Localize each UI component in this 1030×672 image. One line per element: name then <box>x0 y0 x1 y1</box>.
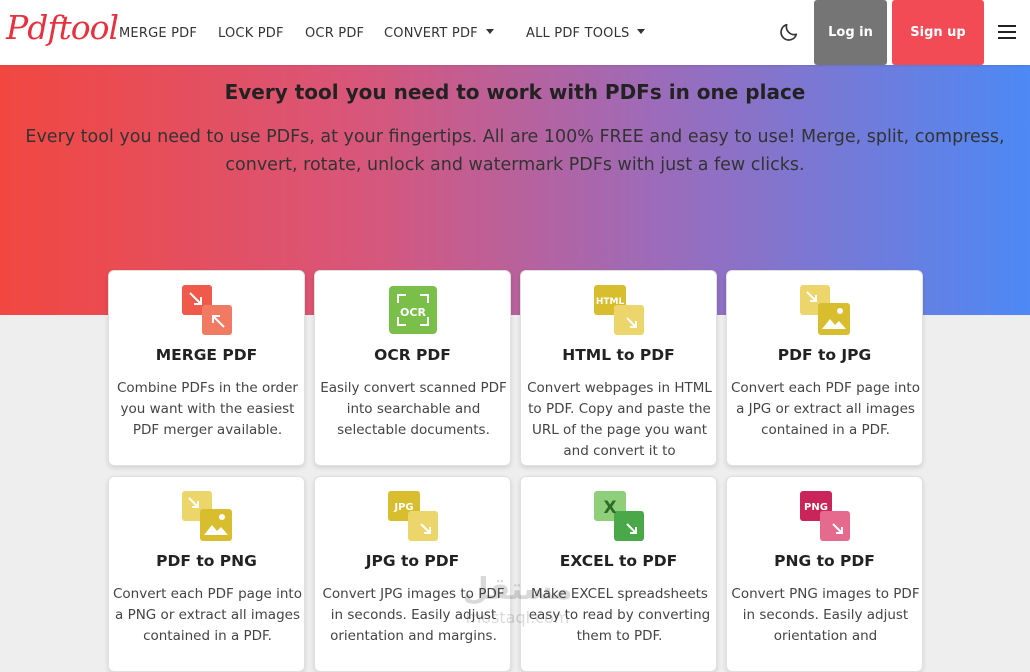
card-title: PNG to PDF <box>774 552 875 570</box>
card-title: HTML to PDF <box>562 346 675 364</box>
svg-text:PNG: PNG <box>804 502 828 513</box>
jpg-icon: JPG <box>388 491 438 541</box>
nav-lock-pdf[interactable]: LOCK PDF <box>218 26 284 41</box>
svg-text:X: X <box>603 498 616 518</box>
card-title: OCR PDF <box>374 346 451 364</box>
watermark-arabic: مستقل <box>462 572 573 607</box>
png-icon: PNG <box>800 491 850 541</box>
card-title: PDF to PNG <box>156 552 257 570</box>
tool-card-html-to-pdf[interactable]: HTML HTML to PDF Convert webpages in HTM… <box>520 270 717 466</box>
image-icon <box>800 285 850 335</box>
tool-card-pdf-to-png[interactable]: PDF to PNG Convert each PDF page into a … <box>108 476 305 672</box>
svg-text:HTML: HTML <box>596 297 625 307</box>
hero-title: Every tool you need to work with PDFs in… <box>224 80 806 104</box>
card-title: PDF to JPG <box>777 346 872 364</box>
card-description: Convert PNG images to PDF in seconds. Ea… <box>731 586 920 644</box>
tool-card-pdf-to-jpg[interactable]: PDF to JPG Convert each PDF page into a … <box>726 270 923 466</box>
nav-all-tools-label: ALL PDF TOOLS <box>526 26 630 41</box>
excel-icon: X <box>594 491 644 541</box>
card-title: JPG to PDF <box>365 552 460 570</box>
nav-all-tools-dropdown[interactable]: ALL PDF TOOLS <box>526 26 646 41</box>
dark-mode-moon-icon[interactable] <box>778 21 800 43</box>
card-description: Combine PDFs in the order you want with … <box>117 380 298 438</box>
hero-subtitle: Every tool you need to use PDFs, at your… <box>25 127 1005 175</box>
nav-ocr-pdf[interactable]: OCR PDF <box>305 26 364 41</box>
card-description: Convert each PDF page into a JPG or extr… <box>731 380 920 438</box>
login-button[interactable]: Log in <box>814 0 887 65</box>
mostaql-watermark: مستقل mostaql.com <box>450 572 585 636</box>
card-description: Convert each PDF page into a PNG or extr… <box>113 586 302 644</box>
menu-icon[interactable] <box>998 25 1016 39</box>
top-navbar: Pdftool MERGE PDF LOCK PDF OCR PDF CONVE… <box>0 0 1030 65</box>
card-description: Convert webpages in HTML to PDF. Copy an… <box>527 380 712 459</box>
tool-card-png-to-pdf[interactable]: PNG PNG to PDF Convert PNG images to PDF… <box>726 476 923 672</box>
merge-icon <box>182 285 232 335</box>
svg-text:OCR: OCR <box>400 306 426 319</box>
image-icon <box>182 491 232 541</box>
nav-convert-pdf-label: CONVERT PDF <box>384 26 478 41</box>
ocr-icon: OCR <box>389 286 437 334</box>
svg-text:JPG: JPG <box>393 502 413 513</box>
card-title: EXCEL to PDF <box>559 552 678 570</box>
watermark-latin: mostaql.com <box>465 608 570 627</box>
chevron-down-icon <box>485 29 494 34</box>
nav-merge-pdf[interactable]: MERGE PDF <box>119 26 197 41</box>
signup-button[interactable]: Sign up <box>892 0 984 65</box>
html-icon: HTML <box>594 285 644 335</box>
card-title: MERGE PDF <box>155 346 258 364</box>
card-description: Easily convert scanned PDF into searchab… <box>320 380 507 438</box>
tool-card-ocr-pdf[interactable]: OCR OCR PDF Easily convert scanned PDF i… <box>314 270 511 466</box>
chevron-down-icon <box>637 29 646 34</box>
nav-convert-pdf-dropdown[interactable]: CONVERT PDF <box>384 26 494 41</box>
tool-card-merge-pdf[interactable]: MERGE PDF Combine PDFs in the order you … <box>108 270 305 466</box>
pdftool-logo[interactable]: Pdftool <box>6 8 119 47</box>
